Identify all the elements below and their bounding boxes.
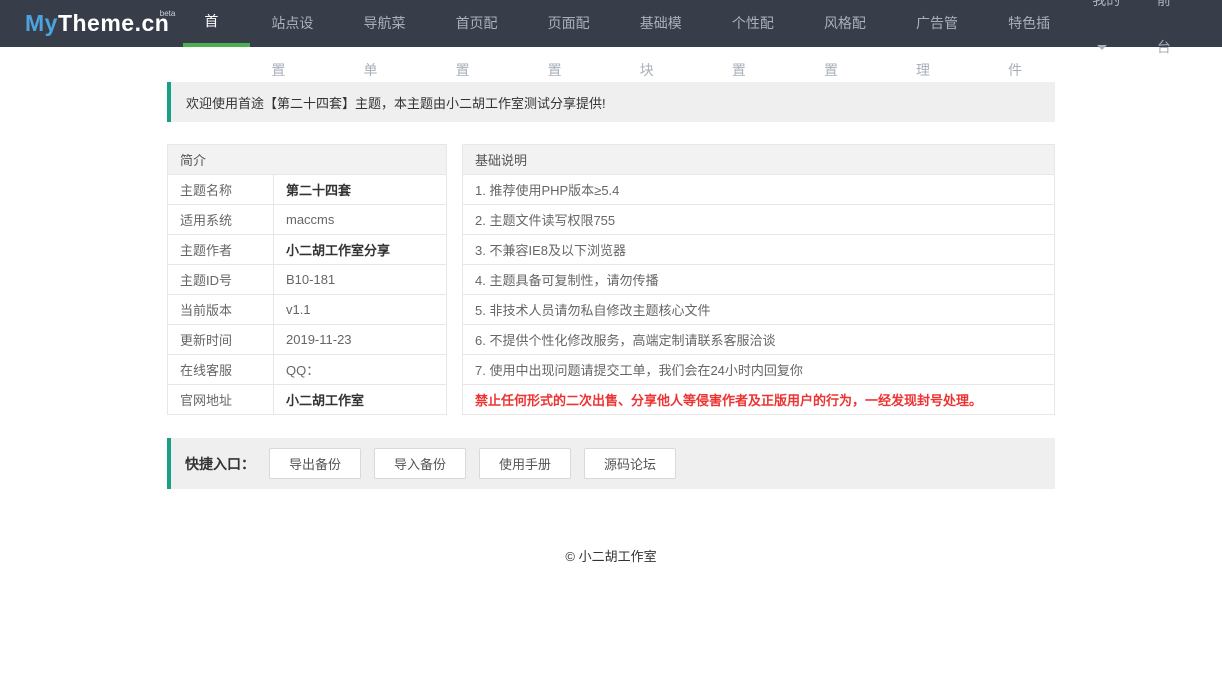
table-row: 2. 主题文件读写权限755 bbox=[463, 205, 1055, 235]
quick-entry-bar: 快捷入口： 导出备份 导入备份 使用手册 源码论坛 bbox=[167, 438, 1055, 489]
footer-copyright: © 小二胡工作室 bbox=[167, 546, 1055, 565]
note-item: 1. 推荐使用PHP版本≥5.4 bbox=[463, 175, 1055, 205]
top-navbar: MyTheme.cn beta 首页 站点设置 导航菜单 首页配置 页面配置 基… bbox=[0, 0, 1222, 47]
chevron-down-icon bbox=[1097, 45, 1107, 50]
source-forum-button[interactable]: 源码论坛 bbox=[584, 448, 676, 479]
note-item: 3. 不兼容IE8及以下浏览器 bbox=[463, 235, 1055, 265]
nav-item-style-config[interactable]: 风格配置 bbox=[803, 0, 895, 47]
warning-note: 禁止任何形式的二次出售、分享他人等侵害作者及正版用户的行为，一经发现封号处理。 bbox=[463, 385, 1055, 415]
nav-item-personalization[interactable]: 个性配置 bbox=[711, 0, 803, 47]
table-row: 5. 非技术人员请勿私自修改主题核心文件 bbox=[463, 295, 1055, 325]
row-label: 当前版本 bbox=[168, 295, 274, 325]
nav-item-nav-menu[interactable]: 导航菜单 bbox=[342, 0, 434, 47]
row-label: 适用系统 bbox=[168, 205, 274, 235]
main-nav: 首页 站点设置 导航菜单 首页配置 页面配置 基础模块 个性配置 风格配置 广告… bbox=[183, 0, 1079, 47]
table-row: 4. 主题具备可复制性，请勿传播 bbox=[463, 265, 1055, 295]
official-site-value: 小二胡工作室 bbox=[274, 385, 447, 415]
theme-id-value: B10-181 bbox=[274, 265, 447, 295]
navbar-right: 我的 前台 bbox=[1079, 0, 1222, 47]
nav-item-home[interactable]: 首页 bbox=[183, 0, 250, 47]
system-value: maccms bbox=[274, 205, 447, 235]
table-header-row: 简介 bbox=[168, 145, 447, 175]
nav-item-site-settings[interactable]: 站点设置 bbox=[250, 0, 342, 47]
row-label: 主题名称 bbox=[168, 175, 274, 205]
my-dropdown[interactable]: 我的 bbox=[1079, 0, 1144, 71]
table-row: 1. 推荐使用PHP版本≥5.4 bbox=[463, 175, 1055, 205]
logo-beta-badge: beta bbox=[160, 9, 176, 18]
table-row: 官网地址 小二胡工作室 bbox=[168, 385, 447, 415]
note-item: 2. 主题文件读写权限755 bbox=[463, 205, 1055, 235]
version-value: v1.1 bbox=[274, 295, 447, 325]
table-row: 主题作者 小二胡工作室分享 bbox=[168, 235, 447, 265]
note-item: 5. 非技术人员请勿私自修改主题核心文件 bbox=[463, 295, 1055, 325]
nav-item-ad-management[interactable]: 广告管理 bbox=[895, 0, 987, 47]
table-row: 3. 不兼容IE8及以下浏览器 bbox=[463, 235, 1055, 265]
table-row: 主题名称 第二十四套 bbox=[168, 175, 447, 205]
quick-entry-label: 快捷入口： bbox=[185, 454, 255, 474]
table-row: 适用系统 maccms bbox=[168, 205, 447, 235]
table-row: 更新时间 2019-11-23 bbox=[168, 325, 447, 355]
main-content: 欢迎使用首途【第二十四套】主题，本主题由小二胡工作室测试分享提供! 简介 主题名… bbox=[167, 82, 1055, 565]
intro-table-title: 简介 bbox=[168, 145, 447, 175]
note-item: 6. 不提供个性化修改服务，高端定制请联系客服洽谈 bbox=[463, 325, 1055, 355]
export-backup-button[interactable]: 导出备份 bbox=[269, 448, 361, 479]
info-tables: 简介 主题名称 第二十四套 适用系统 maccms 主题作者 小二胡工作室分享 … bbox=[167, 144, 1055, 415]
author-value: 小二胡工作室分享 bbox=[274, 235, 447, 265]
row-label: 主题作者 bbox=[168, 235, 274, 265]
welcome-banner-text: 欢迎使用首途【第二十四套】主题，本主题由小二胡工作室测试分享提供! bbox=[186, 96, 606, 111]
frontend-link[interactable]: 前台 bbox=[1144, 0, 1195, 71]
table-row: 6. 不提供个性化修改服务，高端定制请联系客服洽谈 bbox=[463, 325, 1055, 355]
row-label: 更新时间 bbox=[168, 325, 274, 355]
nav-item-featured-plugins[interactable]: 特色插件 bbox=[987, 0, 1079, 47]
intro-table: 简介 主题名称 第二十四套 适用系统 maccms 主题作者 小二胡工作室分享 … bbox=[167, 144, 447, 415]
nav-item-page-config[interactable]: 页面配置 bbox=[527, 0, 619, 47]
my-dropdown-label: 我的 bbox=[1092, 0, 1120, 8]
row-label: 主题ID号 bbox=[168, 265, 274, 295]
row-label: 官网地址 bbox=[168, 385, 274, 415]
nav-item-home-config[interactable]: 首页配置 bbox=[435, 0, 527, 47]
table-row: 7. 使用中出现问题请提交工单，我们会在24小时内回复你 bbox=[463, 355, 1055, 385]
import-backup-button[interactable]: 导入备份 bbox=[374, 448, 466, 479]
notes-table-title: 基础说明 bbox=[463, 145, 1055, 175]
note-item: 4. 主题具备可复制性，请勿传播 bbox=[463, 265, 1055, 295]
logo-suffix: Theme.cn bbox=[58, 10, 169, 37]
notes-table: 基础说明 1. 推荐使用PHP版本≥5.4 2. 主题文件读写权限755 3. … bbox=[462, 144, 1055, 415]
theme-name-value: 第二十四套 bbox=[274, 175, 447, 205]
nav-item-basic-modules[interactable]: 基础模块 bbox=[619, 0, 711, 47]
user-manual-button[interactable]: 使用手册 bbox=[479, 448, 571, 479]
table-row: 禁止任何形式的二次出售、分享他人等侵害作者及正版用户的行为，一经发现封号处理。 bbox=[463, 385, 1055, 415]
row-label: 在线客服 bbox=[168, 355, 274, 385]
page: MyTheme.cn beta 首页 站点设置 导航菜单 首页配置 页面配置 基… bbox=[0, 0, 1222, 682]
logo-prefix: My bbox=[25, 10, 58, 37]
table-header-row: 基础说明 bbox=[463, 145, 1055, 175]
update-date-value: 2019-11-23 bbox=[274, 325, 447, 355]
table-row: 当前版本 v1.1 bbox=[168, 295, 447, 325]
note-item: 7. 使用中出现问题请提交工单，我们会在24小时内回复你 bbox=[463, 355, 1055, 385]
support-qq-value: QQ： bbox=[274, 355, 447, 385]
table-row: 在线客服 QQ： bbox=[168, 355, 447, 385]
table-row: 主题ID号 B10-181 bbox=[168, 265, 447, 295]
logo[interactable]: MyTheme.cn beta bbox=[0, 0, 183, 47]
